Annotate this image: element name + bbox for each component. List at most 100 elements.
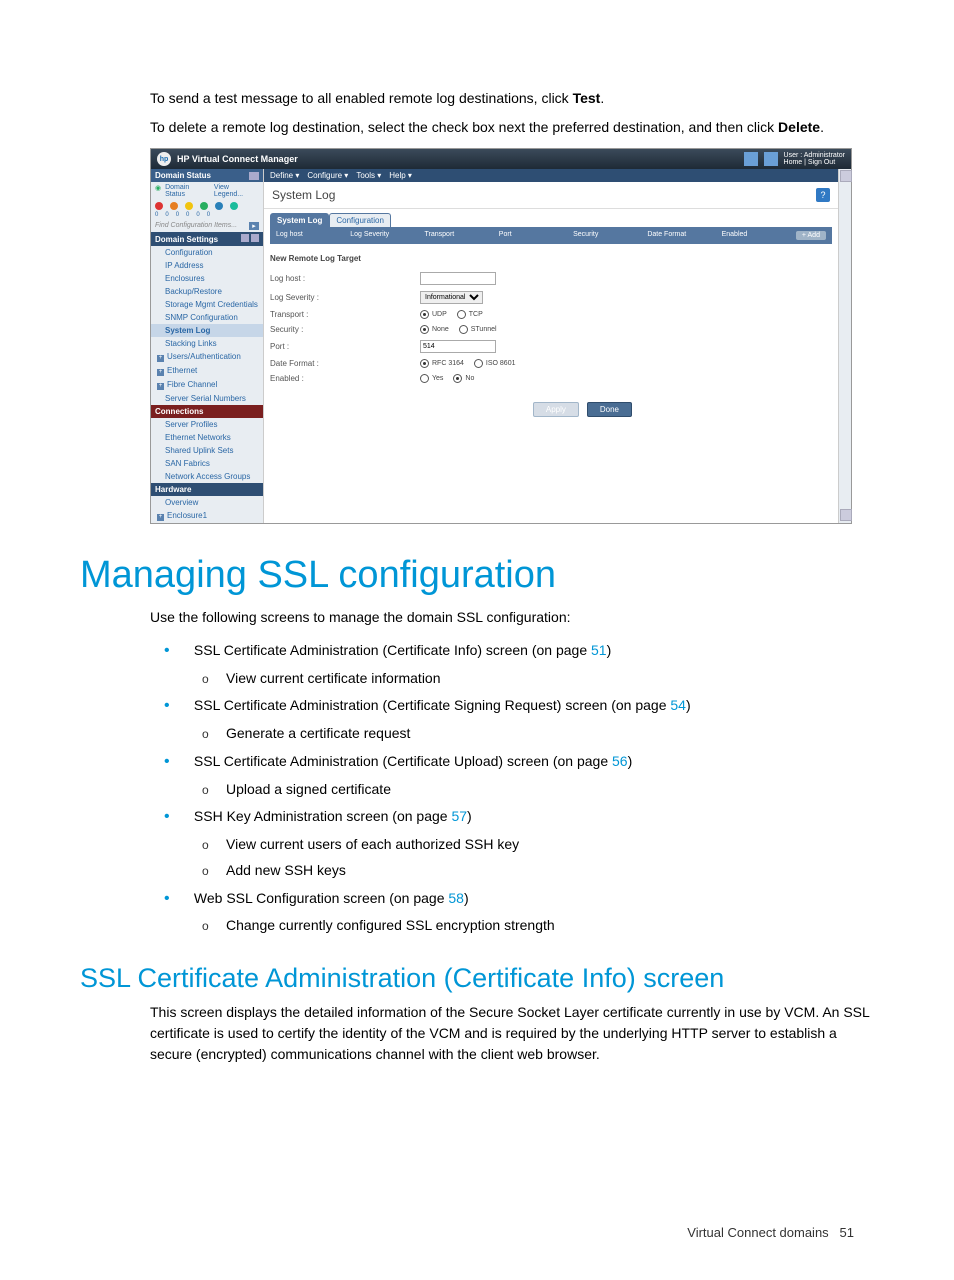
panel-domain-status[interactable]: Domain Status xyxy=(151,169,263,182)
tool-icon[interactable] xyxy=(251,234,259,242)
status-critical-icon[interactable] xyxy=(155,202,163,210)
sidebar-item[interactable]: SNMP Configuration xyxy=(151,311,263,324)
page-link[interactable]: 56 xyxy=(612,753,628,769)
menu-tools[interactable]: Tools ▾ xyxy=(356,171,381,180)
expand-icon[interactable]: + xyxy=(157,514,164,521)
label: Ethernet xyxy=(167,366,197,375)
page-link[interactable]: 57 xyxy=(451,808,467,824)
sidebar-item[interactable]: Stacking Links xyxy=(151,337,263,350)
tool-icon[interactable] xyxy=(241,234,249,242)
sidebar-item[interactable]: +Ethernet xyxy=(151,364,263,378)
collapse-icon[interactable] xyxy=(249,172,259,180)
scroll-up-icon[interactable] xyxy=(840,170,852,182)
log-severity-select[interactable]: Informational xyxy=(420,291,483,304)
sidebar-item[interactable]: Server Profiles xyxy=(151,418,263,431)
radio-label: None xyxy=(432,326,449,333)
radio-label: ISO 8601 xyxy=(486,360,516,367)
status-major-icon[interactable] xyxy=(170,202,178,210)
radio-label: UDP xyxy=(432,311,447,318)
view-legend-link[interactable]: View Legend... xyxy=(214,184,259,198)
sidebar-item[interactable]: Ethernet Networks xyxy=(151,431,263,444)
sidebar-item[interactable]: +Fibre Channel xyxy=(151,378,263,392)
sidebar-item[interactable]: Configuration xyxy=(151,246,263,259)
panel-domain-settings[interactable]: Domain Settings xyxy=(151,232,263,246)
sidebar-item[interactable]: Storage Mgmt Credentials xyxy=(151,298,263,311)
panel-hardware[interactable]: Hardware xyxy=(151,483,263,496)
page-footer: Virtual Connect domains 51 xyxy=(80,1225,874,1240)
tab-system-log[interactable]: System Log xyxy=(270,213,329,227)
menu-configure[interactable]: Configure ▾ xyxy=(307,171,348,180)
sub-item: View current users of each authorized SS… xyxy=(226,832,874,858)
done-button[interactable]: Done xyxy=(587,402,632,417)
scrollbar[interactable] xyxy=(838,169,851,523)
body-paragraph: Use the following screens to manage the … xyxy=(150,607,874,628)
expand-icon[interactable]: + xyxy=(157,383,164,390)
sidebar-item[interactable]: Backup/Restore xyxy=(151,285,263,298)
apply-button[interactable]: Apply xyxy=(533,402,579,417)
menubar: Define ▾ Configure ▾ Tools ▾ Help ▾ xyxy=(264,169,838,182)
sidebar-item[interactable]: Overview xyxy=(151,496,263,509)
expand-icon[interactable]: + xyxy=(157,369,164,376)
radio-icon xyxy=(457,310,466,319)
sidebar-item[interactable]: Enclosures xyxy=(151,272,263,285)
text: . xyxy=(820,119,824,135)
list-item: SSL Certificate Administration (Certific… xyxy=(190,636,874,691)
radio-tcp[interactable]: TCP xyxy=(457,310,483,319)
radio-udp[interactable]: UDP xyxy=(420,310,447,319)
radio-yes[interactable]: Yes xyxy=(420,374,443,383)
search-input[interactable]: Find Configuration Items... xyxy=(155,222,237,230)
radio-rfc[interactable]: RFC 3164 xyxy=(420,359,464,368)
port-input[interactable] xyxy=(420,340,496,353)
domain-status-link[interactable]: Domain Status xyxy=(165,184,210,198)
page-link[interactable]: 54 xyxy=(670,697,686,713)
scroll-down-icon[interactable] xyxy=(840,509,852,521)
radio-none[interactable]: None xyxy=(420,325,449,334)
sidebar-item[interactable]: Shared Uplink Sets xyxy=(151,444,263,457)
footer-page-number: 51 xyxy=(840,1225,854,1240)
count: 0 xyxy=(186,212,189,218)
sidebar-item[interactable]: IP Address xyxy=(151,259,263,272)
radio-icon xyxy=(474,359,483,368)
page-link[interactable]: 51 xyxy=(591,642,607,658)
radio-iso[interactable]: ISO 8601 xyxy=(474,359,516,368)
status-info-icon[interactable] xyxy=(215,202,223,210)
expand-icon[interactable]: + xyxy=(157,355,164,362)
sub-item: Change currently configured SSL encrypti… xyxy=(226,913,874,939)
vcm-screenshot: hp HP Virtual Connect Manager User : Adm… xyxy=(150,148,852,524)
status-ok-icon[interactable] xyxy=(200,202,208,210)
radio-label: Yes xyxy=(432,375,443,382)
page-link[interactable]: 58 xyxy=(448,890,464,906)
menu-define[interactable]: Define ▾ xyxy=(270,171,299,180)
heading-managing-ssl: Managing SSL configuration xyxy=(80,554,874,597)
list-item: Web SSL Configuration screen (on page 58… xyxy=(190,884,874,939)
sidebar-item[interactable]: +Enclosure1 xyxy=(151,509,263,523)
text: SSL Certificate Administration (Certific… xyxy=(194,753,612,769)
home-icon[interactable] xyxy=(744,152,758,166)
sidebar-item[interactable]: Server Serial Numbers xyxy=(151,392,263,405)
user-icon[interactable] xyxy=(764,152,778,166)
panel-title: Connections xyxy=(155,407,203,416)
sidebar-item[interactable]: +Users/Authentication xyxy=(151,350,263,364)
help-icon[interactable]: ? xyxy=(816,188,830,202)
tab-configuration[interactable]: Configuration xyxy=(329,213,391,227)
radio-stunnel[interactable]: STunnel xyxy=(459,325,497,334)
status-minor-icon[interactable] xyxy=(185,202,193,210)
panel-title: Domain Status xyxy=(155,171,211,180)
panel-connections[interactable]: Connections xyxy=(151,405,263,418)
radio-no[interactable]: No xyxy=(453,374,474,383)
home-signout-links[interactable]: Home | Sign Out xyxy=(784,159,845,166)
search-go-icon[interactable]: ▸ xyxy=(249,222,259,230)
text: ) xyxy=(607,642,612,658)
sidebar-item-system-log[interactable]: System Log xyxy=(151,324,263,337)
log-host-input[interactable] xyxy=(420,272,496,285)
sidebar-item[interactable]: Network Access Groups xyxy=(151,470,263,483)
status-other-icon[interactable] xyxy=(230,202,238,210)
sidebar-item[interactable]: SAN Fabrics xyxy=(151,457,263,470)
sub-item: View current certificate information xyxy=(226,666,874,692)
count: 0 xyxy=(165,212,168,218)
intro-paragraph-2: To delete a remote log destination, sele… xyxy=(150,117,874,138)
menu-help[interactable]: Help ▾ xyxy=(389,171,412,180)
text: ) xyxy=(464,890,469,906)
sub-item: Upload a signed certificate xyxy=(226,777,874,803)
add-button[interactable]: + Add xyxy=(796,231,826,240)
